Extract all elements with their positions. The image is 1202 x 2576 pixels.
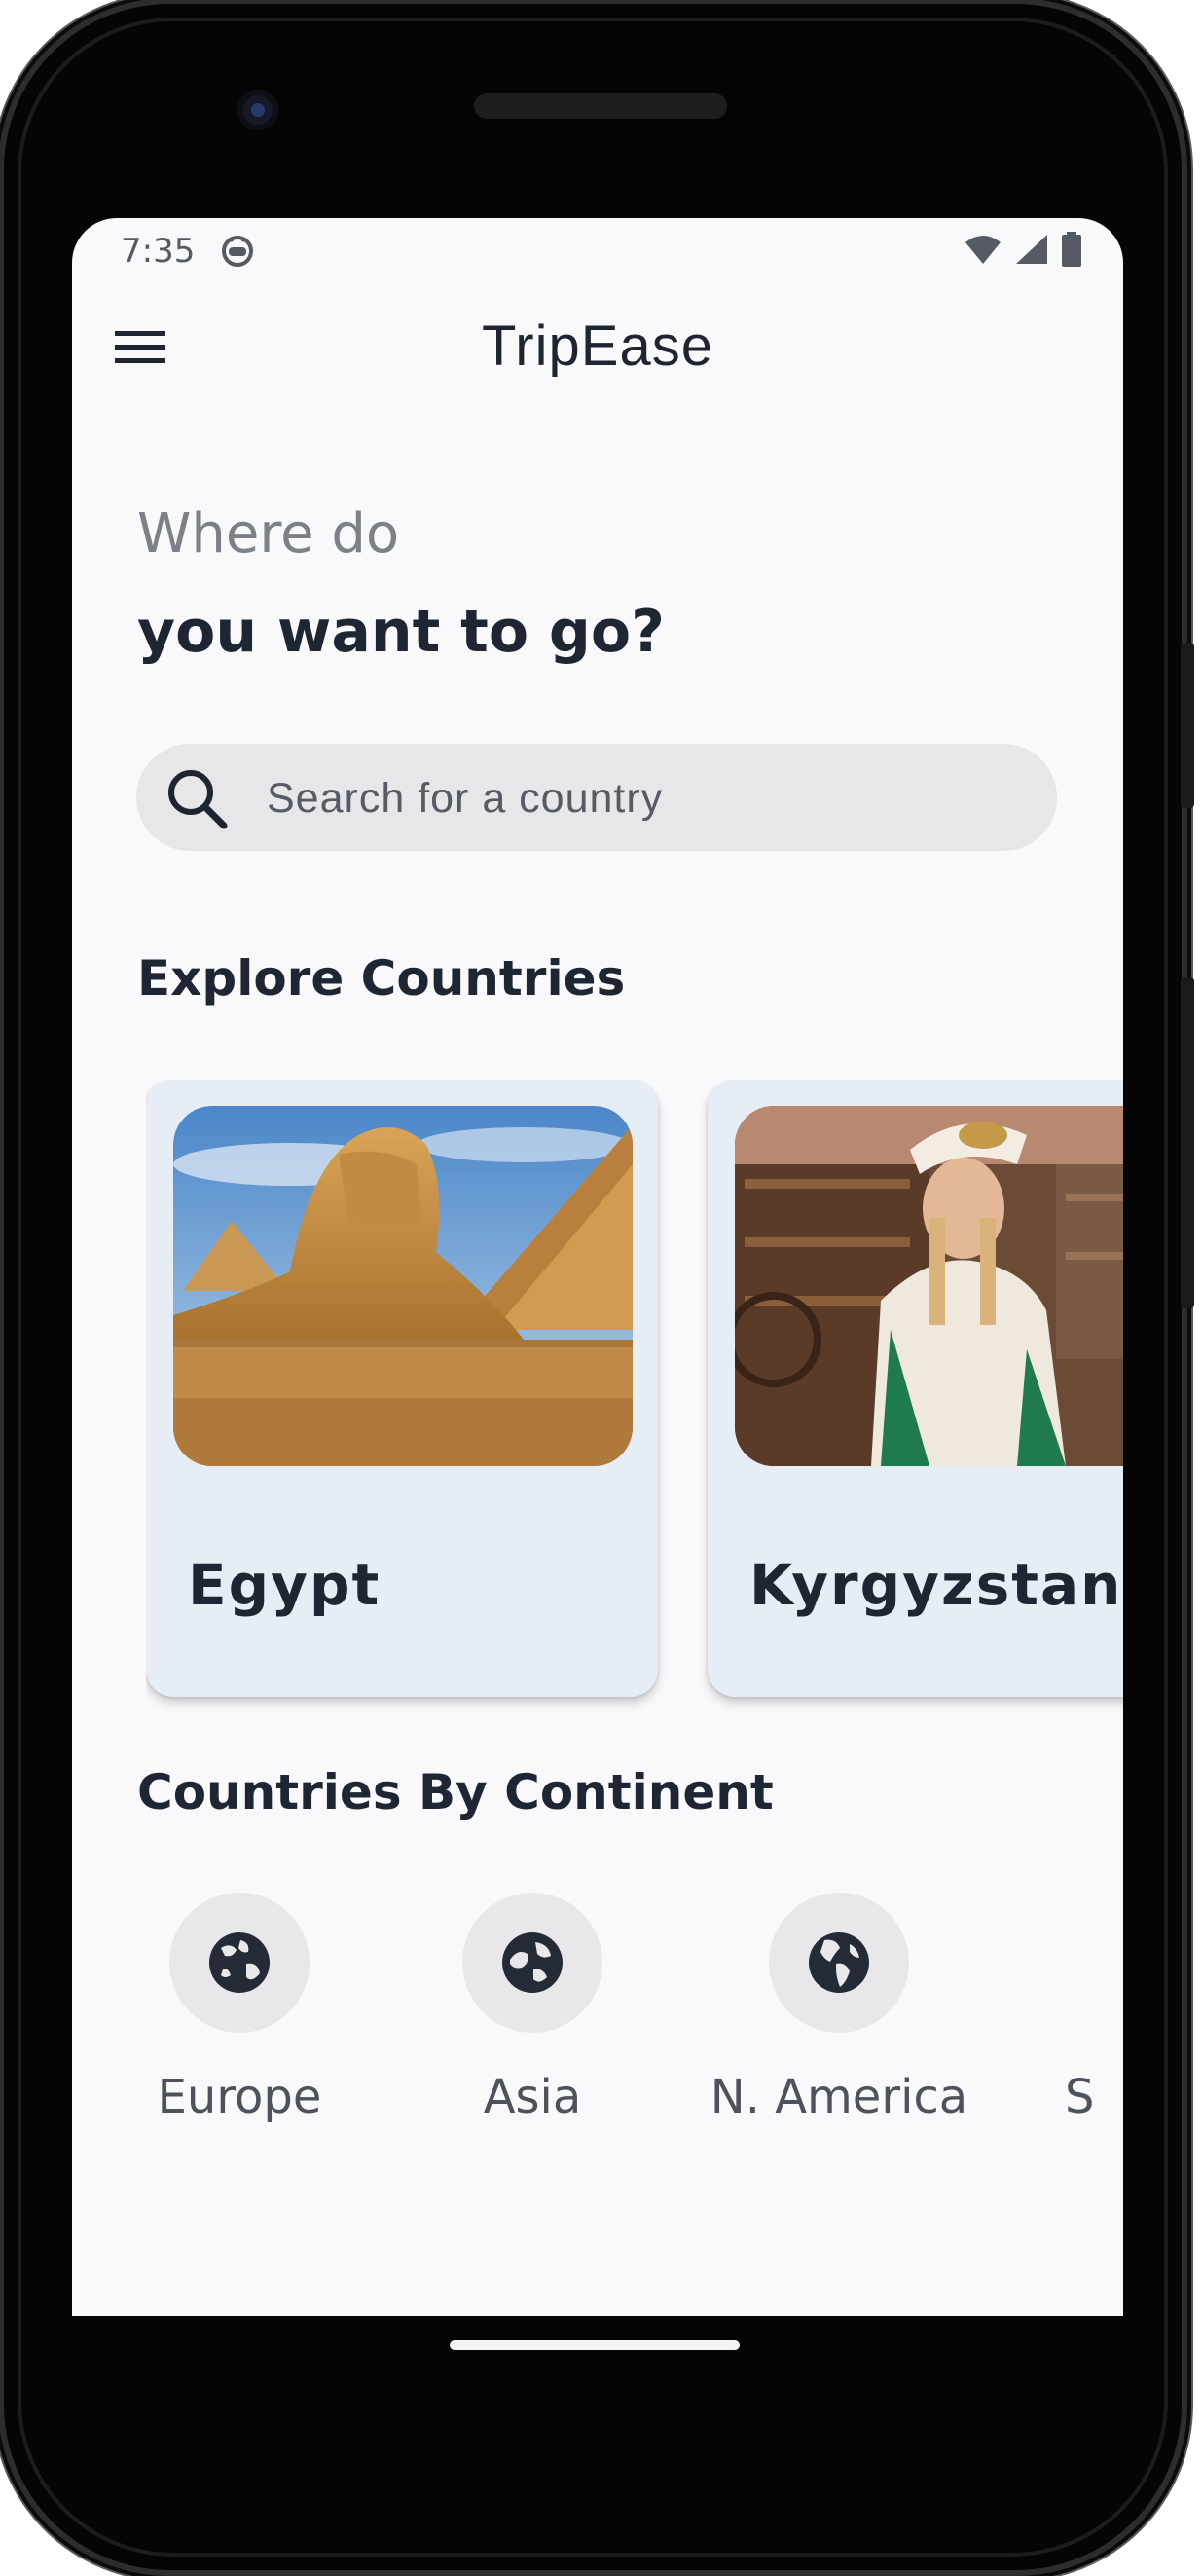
status-time: 7:35 bbox=[121, 232, 196, 271]
country-card-label: Egypt bbox=[188, 1552, 382, 1618]
country-card-egypt[interactable]: Egypt bbox=[146, 1080, 658, 1697]
continent-label: S bbox=[1065, 2070, 1095, 2124]
wifi-icon bbox=[965, 236, 1001, 264]
globe-europe-icon bbox=[209, 1932, 270, 1993]
continent-label: Europe bbox=[157, 2070, 322, 2124]
countries-by-continent-heading: Countries By Continent bbox=[137, 1764, 774, 1821]
app-screen: 7:35 TripEase Where do you want to go? S… bbox=[72, 218, 1123, 2316]
earpiece-speaker bbox=[474, 93, 727, 119]
continent-item-asia[interactable]: Asia bbox=[455, 1893, 610, 2124]
explore-countries-heading: Explore Countries bbox=[137, 950, 626, 1007]
volume-button bbox=[1181, 977, 1194, 1308]
continent-item-partial[interactable]: S bbox=[1065, 1893, 1123, 2124]
globe-americas-icon bbox=[809, 1932, 869, 1993]
continent-icon-circle bbox=[169, 1893, 310, 2033]
country-carousel[interactable]: Egypt Kyrgyzstan bbox=[146, 1080, 1123, 1722]
robot-icon bbox=[222, 236, 253, 267]
front-camera bbox=[237, 90, 278, 130]
battery-icon bbox=[1062, 232, 1081, 267]
continent-item-europe[interactable]: Europe bbox=[152, 1893, 327, 2124]
power-button bbox=[1181, 643, 1194, 808]
continent-icon-circle bbox=[769, 1893, 909, 2033]
greeting-line-1: Where do bbox=[137, 502, 400, 566]
gesture-navigation-bar[interactable] bbox=[450, 2340, 740, 2350]
app-title: TripEase bbox=[482, 314, 713, 378]
continent-item-north-america[interactable]: N. America bbox=[698, 1893, 980, 2124]
status-bar: 7:35 bbox=[72, 218, 1123, 282]
phone-frame: 7:35 TripEase Where do you want to go? S… bbox=[4, 4, 1194, 2570]
kyrgyzstan-photo bbox=[735, 1106, 1123, 1466]
continent-label: N. America bbox=[710, 2070, 968, 2124]
signal-icon bbox=[1016, 235, 1047, 264]
country-card-label: Kyrgyzstan bbox=[749, 1552, 1123, 1618]
continent-icon-circle bbox=[462, 1893, 602, 2033]
search-icon[interactable] bbox=[164, 765, 230, 831]
continent-label: Asia bbox=[483, 2070, 582, 2124]
app-bar: TripEase bbox=[72, 282, 1123, 409]
search-input[interactable] bbox=[265, 767, 1008, 829]
greeting-line-2: you want to go? bbox=[137, 598, 665, 666]
country-card-kyrgyzstan[interactable]: Kyrgyzstan bbox=[708, 1080, 1123, 1697]
globe-asia-icon bbox=[502, 1932, 563, 1993]
search-bar[interactable] bbox=[136, 744, 1057, 851]
egypt-photo bbox=[173, 1106, 633, 1466]
